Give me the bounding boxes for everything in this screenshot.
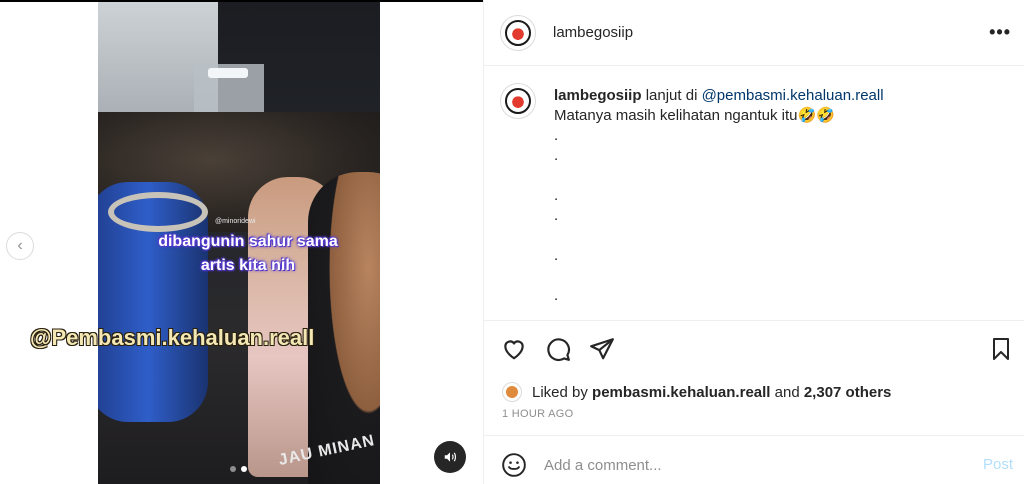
caption-line2: Matanya masih kelihatan ngantuk itu🤣🤣	[554, 107, 835, 124]
previous-media-button[interactable]: ‹	[6, 232, 34, 260]
caption-prefix: lanjut di	[645, 87, 698, 104]
emoji-button[interactable]	[501, 452, 527, 478]
caption-dot-line	[554, 226, 1004, 246]
others-likes-link[interactable]: 2,307 others	[804, 384, 892, 401]
liker-username-link[interactable]: pembasmi.kehaluan.reall	[592, 384, 770, 401]
heart-icon	[504, 340, 524, 360]
video-caption: dibangunin sahur sama artis kita nih	[148, 230, 348, 278]
mute-toggle-button[interactable]	[434, 441, 466, 473]
overlay-handle-text: @Pembasmi.kehaluan.reall	[30, 325, 315, 350]
caption-dot-line: .	[554, 127, 559, 144]
bookmark-icon	[993, 338, 1009, 360]
video-caption-line1: dibangunin sahur sama	[158, 233, 338, 250]
caption-section: lambegosiip lanjut di @pembasmi.kehaluan…	[484, 67, 1024, 320]
caption-dot-line: .	[554, 287, 559, 304]
instagram-post-view: JAU MINAN @minoridewi dibangunin sahur s…	[0, 0, 1024, 484]
like-button[interactable]	[500, 335, 528, 363]
caption-mention-link[interactable]: @pembasmi.kehaluan.reall	[702, 87, 884, 104]
likes-summary: Liked by pembasmi.kehaluan.reall and 2,3…	[502, 382, 891, 402]
add-comment-bar: Post	[484, 435, 1024, 484]
video-scene-drum-rim	[108, 192, 208, 232]
post-comment-button[interactable]: Post	[983, 456, 1013, 473]
liker-avatar[interactable]	[502, 382, 522, 402]
chevron-left-icon: ‹	[17, 237, 23, 254]
carousel-dot	[230, 466, 236, 472]
post-timestamp[interactable]: 1 HOUR AGO	[502, 408, 573, 420]
carousel-dot-active	[241, 466, 247, 472]
video-caption-line2: artis kita nih	[200, 257, 296, 274]
caption-dot-line: .	[554, 247, 559, 264]
caption-dot-line: .	[554, 187, 559, 204]
header-username-link[interactable]: lambegosiip	[553, 24, 633, 41]
caption-username-link[interactable]: lambegosiip	[554, 87, 642, 104]
account-logo	[505, 88, 531, 114]
media-panel: JAU MINAN @minoridewi dibangunin sahur s…	[0, 0, 483, 484]
caption-dot-line: .	[554, 147, 559, 164]
paper-plane-icon	[590, 338, 614, 360]
more-horizontal-icon: •••	[989, 22, 1011, 42]
video-watermark: @minoridewi	[215, 218, 256, 225]
avatar[interactable]	[500, 15, 536, 51]
post-header: lambegosiip •••	[484, 0, 1024, 66]
caption-dot-line	[554, 266, 1004, 286]
comment-icon	[547, 338, 571, 362]
caption-dot-line: .	[554, 207, 559, 224]
action-bar	[484, 320, 1024, 376]
speaker-icon	[444, 452, 456, 462]
caption-dot-lines: ......	[554, 126, 1004, 306]
caption-text: lambegosiip lanjut di @pembasmi.kehaluan…	[554, 86, 1004, 306]
likes-prefix: Liked by	[532, 383, 588, 401]
save-button[interactable]	[987, 335, 1015, 363]
account-logo	[505, 20, 531, 46]
post-details-panel: lambegosiip ••• lambegosiip lanjut di @p…	[483, 0, 1024, 484]
smiley-icon	[502, 453, 526, 477]
caption-dot-line	[554, 166, 1004, 186]
likes-and: and	[774, 383, 800, 401]
caption-avatar[interactable]	[500, 83, 536, 119]
share-button[interactable]	[588, 335, 616, 363]
comment-button[interactable]	[544, 335, 572, 363]
more-options-button[interactable]: •••	[989, 22, 1011, 43]
carousel-indicator	[230, 466, 247, 472]
video-scene-light	[208, 68, 248, 78]
comment-input[interactable]	[544, 454, 944, 476]
